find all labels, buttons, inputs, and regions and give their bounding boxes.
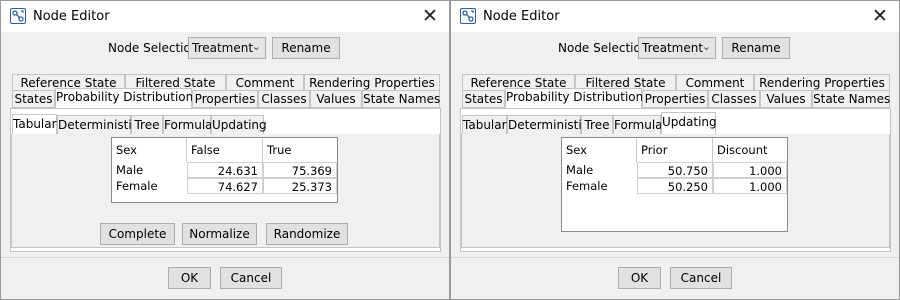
cancel-button[interactable]: Cancel — [670, 267, 732, 289]
close-icon[interactable]: ✕ — [871, 5, 889, 27]
table-row-label: Male — [562, 162, 637, 178]
tab-probability-distribution[interactable]: Probability Distribution — [55, 88, 193, 108]
node-editor-app-icon — [10, 8, 26, 24]
tab-classes[interactable]: Classes — [708, 90, 760, 108]
tab-probability-distribution[interactable]: Probability Distribution — [505, 88, 643, 108]
title-bar: Node Editor ✕ — [451, 1, 899, 32]
tab-states[interactable]: States — [462, 90, 505, 108]
subtab-tree[interactable]: Tree — [581, 115, 613, 135]
chevron-down-icon: ⌄ — [701, 40, 711, 53]
ok-button[interactable]: OK — [168, 267, 211, 289]
subtab-tabular[interactable]: Tabular — [12, 114, 57, 135]
table-cell[interactable]: 24.631 — [187, 162, 263, 178]
table-cell[interactable]: 25.373 — [263, 178, 337, 194]
table-header-false: False — [187, 138, 263, 162]
tab-properties[interactable]: Properties — [642, 90, 708, 108]
ok-button[interactable]: OK — [618, 267, 661, 289]
complete-button[interactable]: Complete — [100, 223, 175, 245]
subtab-updating[interactable]: Updating — [661, 112, 717, 135]
window-title: Node Editor — [33, 9, 110, 24]
subtab-deterministic[interactable]: Deterministic — [507, 115, 588, 135]
table-cell[interactable]: 75.369 — [263, 162, 337, 178]
cancel-button[interactable]: Cancel — [220, 267, 282, 289]
tab-state-names[interactable]: State Names — [812, 90, 890, 108]
table-cell[interactable]: 50.250 — [637, 178, 713, 194]
subtab-tabular[interactable]: Tabular — [462, 115, 507, 135]
subtab-formula[interactable]: Formula — [163, 115, 213, 135]
chevron-down-icon: ⌄ — [251, 40, 261, 53]
table-row-label: Female — [112, 178, 187, 194]
subtab-updating[interactable]: Updating — [211, 115, 267, 135]
table-row-label: Female — [562, 178, 637, 194]
node-selection-dropdown[interactable]: Treatment ⌄ — [638, 37, 716, 59]
node-selection-value: Treatment — [192, 41, 254, 55]
tab-values[interactable]: Values — [310, 90, 362, 108]
tab-state-names[interactable]: State Names — [362, 90, 440, 108]
tab-properties[interactable]: Properties — [192, 90, 258, 108]
table-header-sex: Sex — [562, 138, 637, 162]
node-editor-window-tabular: Node Editor ✕ Node Selection: Treatment … — [0, 0, 450, 300]
close-icon[interactable]: ✕ — [421, 5, 439, 27]
probability-table: Sex False True Male 24.631 75.369 Female… — [111, 137, 338, 203]
randomize-button[interactable]: Randomize — [266, 223, 348, 245]
table-row-label: Male — [112, 162, 187, 178]
tab-values[interactable]: Values — [760, 90, 812, 108]
rename-button[interactable]: Rename — [722, 37, 790, 59]
table-header-prior-weight: Prior Weight — [637, 138, 713, 181]
divider — [451, 257, 899, 258]
divider — [1, 257, 449, 258]
rename-button[interactable]: Rename — [272, 37, 340, 59]
node-selection-dropdown[interactable]: Treatment ⌄ — [188, 37, 266, 59]
subtab-tree[interactable]: Tree — [131, 115, 163, 135]
tab-states[interactable]: States — [12, 90, 55, 108]
table-cell[interactable]: 1.000 — [713, 178, 787, 194]
tab-classes[interactable]: Classes — [258, 90, 310, 108]
normalize-button[interactable]: Normalize — [182, 223, 257, 245]
table-header-sex: Sex — [112, 138, 187, 162]
node-editor-window-updating: Node Editor ✕ Node Selection: Treatment … — [450, 0, 900, 300]
table-header-true: True — [267, 143, 292, 157]
table-header-discount: Discount — [717, 143, 768, 157]
node-editor-app-icon — [460, 8, 476, 24]
window-title: Node Editor — [483, 9, 560, 24]
table-cell[interactable]: 50.750 — [637, 162, 713, 178]
title-bar: Node Editor ✕ — [1, 1, 449, 32]
experience-table: Sex Prior Weight Discount Male 50.750 1.… — [561, 137, 788, 232]
table-cell[interactable]: 74.627 — [187, 178, 263, 194]
subtab-formula[interactable]: Formula — [613, 115, 663, 135]
node-selection-value: Treatment — [642, 41, 704, 55]
subtab-deterministic[interactable]: Deterministic — [57, 115, 138, 135]
table-cell[interactable]: 1.000 — [713, 162, 787, 178]
